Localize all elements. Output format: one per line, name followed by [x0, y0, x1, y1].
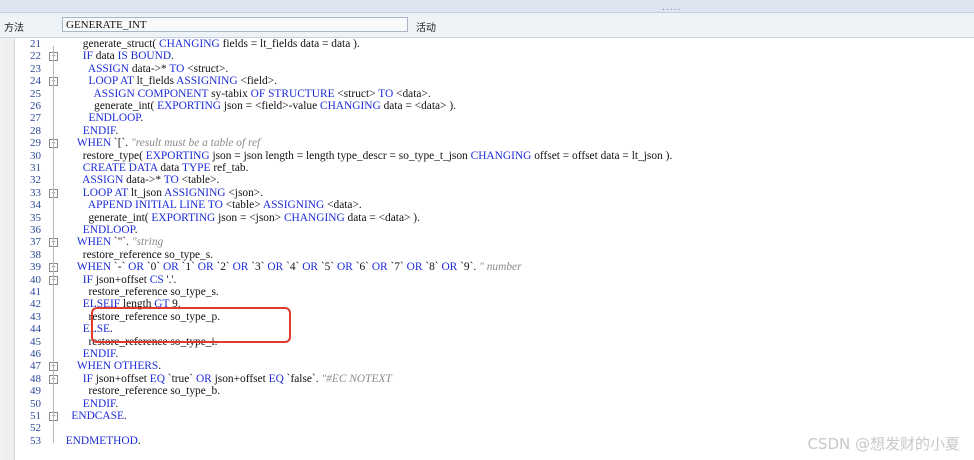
code-text: restore_type( EXPORTING json = json leng…	[60, 149, 673, 162]
line-number: 46	[30, 348, 41, 360]
code-text: ENDLOOP.	[82, 224, 138, 236]
code-text: LOOP AT lt_json ASSIGNING <json>.	[82, 186, 264, 199]
line-number: 27	[30, 112, 41, 125]
code-text: ENDCASE.	[71, 410, 127, 422]
fold-guide-line	[53, 46, 54, 443]
code-line[interactable]: 48− IF json+offset EQ `true` OR json+off…	[0, 373, 974, 385]
code-text: IF json+offset EQ `true` OR json+offset …	[82, 372, 392, 385]
code-text: ASSIGN data->* TO <struct>.	[87, 62, 229, 75]
window-top-bar: .....	[0, 0, 974, 13]
code-line[interactable]: 46 ENDIF.	[0, 348, 974, 360]
code-editor[interactable]: 21 generate_struct( CHANGING fields = lt…	[0, 38, 974, 460]
line-number: 33	[30, 186, 41, 199]
code-line[interactable]: 23 ASSIGN data->* TO <struct>.	[0, 63, 974, 75]
code-text: CREATE DATA data TYPE ref_tab.	[82, 162, 249, 174]
line-number: 22	[30, 50, 41, 63]
line-number: 29	[30, 137, 41, 150]
code-text: APPEND INITIAL LINE TO <table> ASSIGNING…	[87, 199, 362, 212]
method-name-field[interactable]: GENERATE_INT	[62, 17, 408, 32]
line-number: 34	[30, 199, 41, 212]
code-text: restore_reference so_type_s.	[60, 248, 214, 261]
code-line[interactable]: 22− IF data IS BOUND.	[0, 50, 974, 62]
code-line[interactable]: 41 restore_reference so_type_s.	[0, 286, 974, 298]
code-line[interactable]: 21 generate_struct( CHANGING fields = lt…	[0, 38, 974, 50]
line-number: 49	[30, 385, 41, 398]
code-line[interactable]: 27 ENDLOOP.	[0, 112, 974, 124]
code-line[interactable]: 26 generate_int( EXPORTING json = <field…	[0, 100, 974, 112]
line-number: 39	[30, 261, 41, 274]
code-line[interactable]: 36 ENDLOOP.	[0, 224, 974, 236]
line-number: 23	[30, 62, 41, 75]
code-line[interactable]: 38 restore_reference so_type_s.	[0, 249, 974, 261]
line-number: 31	[30, 162, 41, 174]
line-number: 52	[30, 422, 41, 435]
line-number: 28	[30, 124, 41, 137]
code-line[interactable]: 39− WHEN `-` OR `0` OR `1` OR `2` OR `3`…	[0, 261, 974, 273]
code-line[interactable]: 35 generate_int( EXPORTING json = <json>…	[0, 212, 974, 224]
code-text: LOOP AT lt_fields ASSIGNING <field>.	[88, 75, 277, 88]
line-number: 40	[30, 273, 41, 286]
code-text: WHEN `-` OR `0` OR `1` OR `2` OR `3` OR …	[76, 261, 522, 274]
line-number: 50	[30, 397, 41, 410]
line-number: 30	[30, 149, 41, 162]
code-line[interactable]: 47− WHEN OTHERS.	[0, 360, 974, 372]
code-line[interactable]: 28 ENDIF.	[0, 125, 974, 137]
code-line[interactable]: 49 restore_reference so_type_b.	[0, 385, 974, 397]
method-header-bar: 方法 GENERATE_INT 活动	[0, 13, 974, 38]
line-number: 43	[30, 310, 41, 323]
code-line[interactable]: 30 restore_type( EXPORTING json = json l…	[0, 150, 974, 162]
line-number: 36	[30, 224, 41, 236]
code-text: generate_int( EXPORTING json = <field>-v…	[60, 100, 456, 112]
method-label: 方法	[4, 23, 24, 34]
code-text: ENDIF.	[82, 348, 119, 360]
line-number: 24	[30, 75, 41, 88]
code-text: ENDMETHOD.	[65, 434, 141, 447]
code-line[interactable]: 33− LOOP AT lt_json ASSIGNING <json>.	[0, 187, 974, 199]
code-text: WHEN `[`. "result must be a table of ref	[76, 137, 261, 150]
code-text: ENDLOOP.	[88, 112, 144, 125]
code-line[interactable]: 25 ASSIGN COMPONENT sy-tabix OF STRUCTUR…	[0, 88, 974, 100]
code-text: IF data IS BOUND.	[82, 50, 174, 63]
code-text: restore_reference so_type_s.	[60, 286, 219, 298]
code-text: ENDIF.	[82, 397, 119, 410]
code-line[interactable]: 32 ASSIGN data->* TO <table>.	[0, 174, 974, 186]
code-line[interactable]: 50 ENDIF.	[0, 398, 974, 410]
code-line[interactable]: 29− WHEN `[`. "result must be a table of…	[0, 137, 974, 149]
line-number: 25	[30, 87, 41, 100]
code-line[interactable]: 34 APPEND INITIAL LINE TO <table> ASSIGN…	[0, 199, 974, 211]
code-text: IF json+offset CS '.'.	[82, 273, 177, 286]
code-line[interactable]: 31 CREATE DATA data TYPE ref_tab.	[0, 162, 974, 174]
code-line[interactable]: 24− LOOP AT lt_fields ASSIGNING <field>.	[0, 75, 974, 87]
code-text: ASSIGN data->* TO <table>.	[82, 174, 220, 187]
code-text: restore_reference so_type_b.	[60, 385, 221, 398]
line-number: 42	[30, 298, 41, 311]
code-text: ASSIGN COMPONENT sy-tabix OF STRUCTURE <…	[93, 87, 431, 100]
line-number: 32	[30, 174, 41, 187]
code-line[interactable]: 51− ENDCASE.	[0, 410, 974, 422]
line-number: 35	[30, 211, 41, 224]
line-number: 41	[30, 286, 41, 298]
code-text: WHEN OTHERS.	[76, 360, 162, 373]
line-number: 47	[30, 360, 41, 373]
code-text: generate_struct( CHANGING fields = lt_fi…	[60, 38, 360, 50]
code-text: ENDIF.	[82, 124, 119, 137]
line-number: 21	[30, 38, 41, 50]
code-text: WHEN `"`. "string	[76, 236, 164, 249]
line-number: 38	[30, 248, 41, 261]
line-number: 45	[30, 335, 41, 348]
status-text: 活动	[416, 23, 436, 34]
line-number: 44	[30, 323, 41, 336]
code-text: generate_int( EXPORTING json = <json> CH…	[60, 211, 420, 224]
line-number: 53	[30, 434, 41, 447]
highlight-box	[91, 307, 291, 343]
line-number: 48	[30, 372, 41, 385]
line-number: 51	[30, 410, 41, 422]
line-number: 37	[30, 236, 41, 249]
watermark: CSDN @想发财的小夏	[807, 435, 960, 453]
code-line[interactable]: 37− WHEN `"`. "string	[0, 236, 974, 248]
line-number: 26	[30, 100, 41, 112]
splitter-grip-handle[interactable]: .....	[662, 4, 681, 13]
code-line[interactable]: 40− IF json+offset CS '.'.	[0, 274, 974, 286]
